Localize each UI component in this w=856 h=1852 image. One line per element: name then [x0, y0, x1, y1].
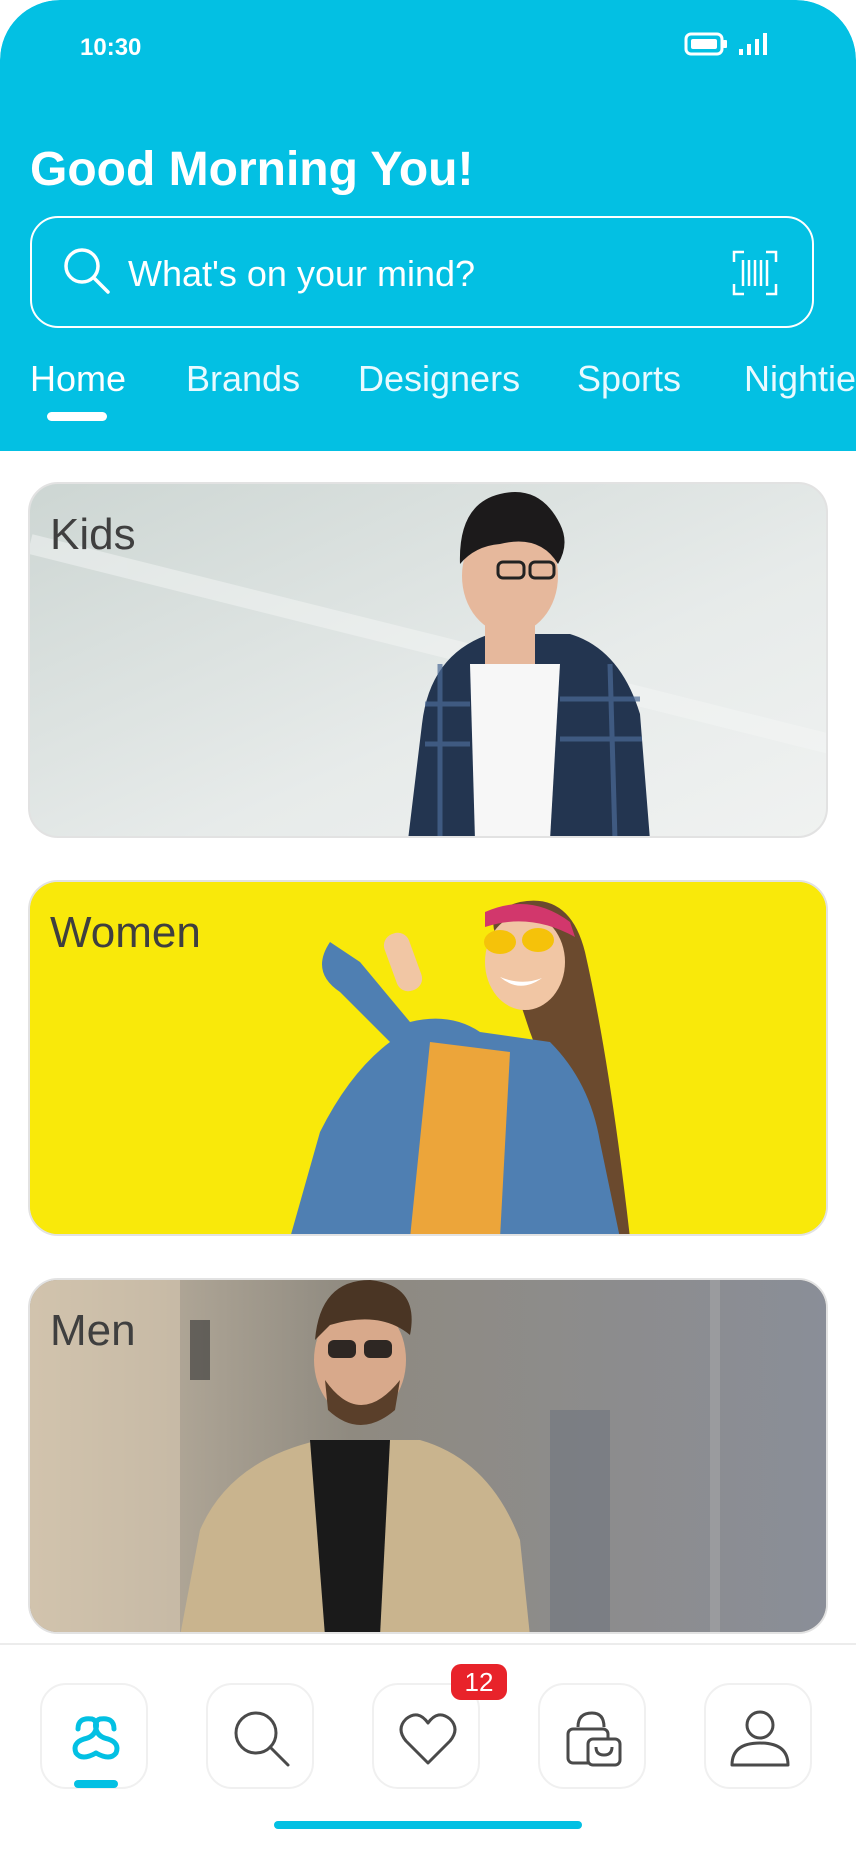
kids-photo	[30, 484, 826, 836]
nav-search-button[interactable]	[206, 1683, 314, 1789]
tab-designers[interactable]: Designers	[358, 358, 520, 400]
category-card-kids[interactable]: Kids	[28, 482, 828, 838]
tab-sports[interactable]: Sports	[577, 358, 681, 400]
search-icon	[62, 246, 112, 301]
category-card-women[interactable]: Women	[28, 880, 828, 1236]
category-tabs: Home Brands Designers Sports Nightie	[30, 358, 856, 428]
tab-home[interactable]: Home	[30, 358, 126, 400]
nav-active-indicator	[74, 1780, 118, 1788]
search-bar[interactable]	[30, 216, 814, 328]
nav-bag-button[interactable]	[538, 1683, 646, 1789]
heart-icon	[399, 1713, 457, 1765]
category-label-kids: Kids	[50, 510, 136, 559]
nav-home-button[interactable]	[40, 1683, 148, 1789]
category-card-men[interactable]: Men	[28, 1278, 828, 1634]
app-screen: 10:30 Good Morning You! What's on your m…	[0, 0, 856, 1852]
status-icons	[684, 32, 770, 61]
category-label-women: Women	[50, 908, 201, 957]
signal-icon	[738, 32, 770, 61]
battery-icon	[684, 32, 728, 61]
tab-brands[interactable]: Brands	[186, 358, 300, 400]
men-photo	[30, 1280, 826, 1632]
tab-selected-indicator	[47, 412, 107, 421]
category-label-men: Men	[50, 1306, 136, 1355]
page-title: Good Morning You!	[30, 143, 474, 196]
home-indicator	[274, 1821, 582, 1829]
shopping-bag-icon	[566, 1711, 622, 1767]
header: 10:30 Good Morning You! What's on your m…	[0, 0, 856, 451]
search-icon	[234, 1711, 290, 1767]
wishlist-count-badge: 12	[451, 1664, 507, 1700]
barcode-scan-icon[interactable]	[732, 250, 778, 301]
nav-profile-button[interactable]	[704, 1683, 812, 1789]
tab-nightie[interactable]: Nightie	[744, 358, 856, 400]
search-input[interactable]	[126, 248, 690, 300]
status-time: 10:30	[80, 34, 142, 61]
brand-logo-icon	[72, 1716, 120, 1760]
profile-icon	[730, 1710, 790, 1767]
